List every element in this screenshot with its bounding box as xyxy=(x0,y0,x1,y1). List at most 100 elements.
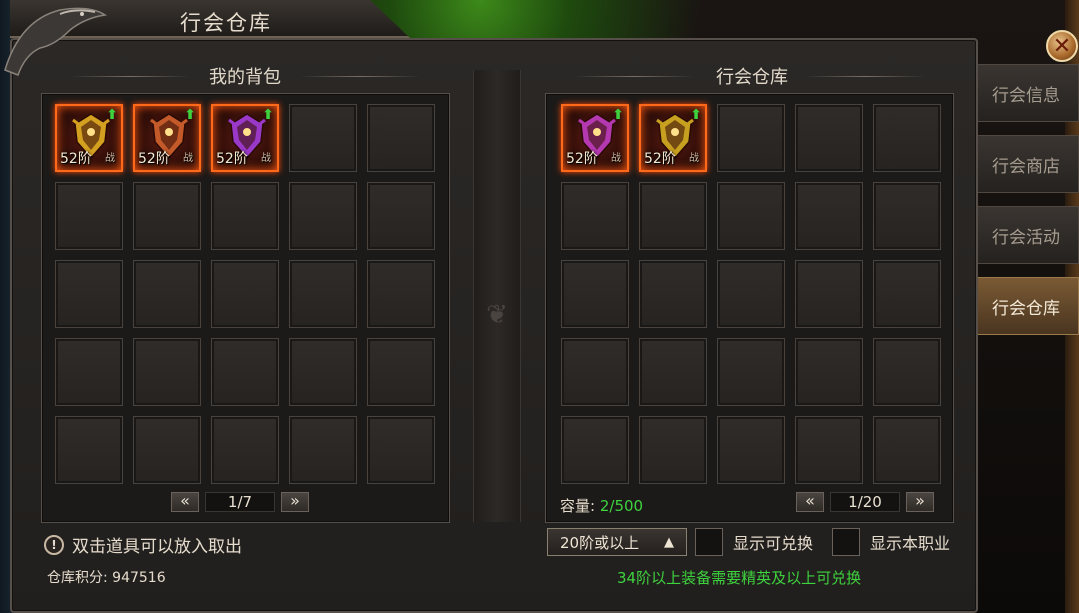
backpack-slot[interactable] xyxy=(133,338,201,406)
tab-guild-info[interactable]: 行会信息 xyxy=(978,64,1079,122)
upgrade-arrow-icon: ⬆ xyxy=(690,107,702,123)
backpack-prev-page-button[interactable]: « xyxy=(171,492,199,512)
upgrade-arrow-icon: ⬆ xyxy=(262,107,274,123)
show-own-class-checkbox[interactable] xyxy=(832,528,860,556)
exclamation-icon: ! xyxy=(44,534,64,555)
upgrade-arrow-icon: ⬆ xyxy=(612,107,624,123)
chevron-up-icon: ▲ xyxy=(664,534,674,550)
item-level: 52阶 xyxy=(644,151,676,167)
backpack-slot[interactable] xyxy=(133,182,201,250)
warehouse-item-slot[interactable]: ⬆ 52阶 战 xyxy=(561,104,629,172)
backpack-item-slot[interactable]: ⬆ 52阶 战 xyxy=(55,104,123,172)
warehouse-slot[interactable] xyxy=(873,338,941,406)
backpack-title: 我的背包 xyxy=(209,67,281,88)
exchange-requirement-notice: 34阶以上装备需要精英及以上可兑换 xyxy=(617,569,862,587)
item-level: 52阶 xyxy=(60,151,92,167)
usage-hint: ! 双击道具可以放入取出 xyxy=(44,532,242,557)
item-level: 52阶 xyxy=(566,151,598,167)
show-own-class-option[interactable]: 显示本职业 xyxy=(832,528,950,556)
backpack-slot[interactable] xyxy=(55,260,123,328)
backpack-slot[interactable] xyxy=(133,260,201,328)
warehouse-slot[interactable] xyxy=(639,260,707,328)
item-class: 战 xyxy=(183,153,193,164)
show-exchangeable-option[interactable]: 显示可兑换 xyxy=(695,528,813,556)
backpack-slot[interactable] xyxy=(367,104,435,172)
warehouse-page-number: 1/20 xyxy=(830,492,900,512)
warehouse-slot[interactable] xyxy=(795,260,863,328)
backpack-slot[interactable] xyxy=(367,338,435,406)
warehouse-slot[interactable] xyxy=(561,416,629,484)
backpack-slot[interactable] xyxy=(55,416,123,484)
tab-guild-events[interactable]: 行会活动 xyxy=(978,206,1079,264)
warehouse-slot[interactable] xyxy=(561,338,629,406)
warehouse-slot[interactable] xyxy=(873,104,941,172)
score-value: 947516 xyxy=(112,570,166,586)
upgrade-arrow-icon: ⬆ xyxy=(184,107,196,123)
warehouse-capacity: 容量: 2/500 xyxy=(560,495,643,516)
warehouse-slot[interactable] xyxy=(717,416,785,484)
warehouse-slot[interactable] xyxy=(717,338,785,406)
warehouse-slot[interactable] xyxy=(873,416,941,484)
backpack-next-page-button[interactable]: » xyxy=(281,492,309,512)
warehouse-slot[interactable] xyxy=(639,182,707,250)
backpack-grid: ⬆ 52阶 战 ⬆ 52阶 战 ⬆ 52阶 战 xyxy=(55,104,435,484)
item-class: 战 xyxy=(689,153,699,164)
warehouse-slot[interactable] xyxy=(717,104,785,172)
backpack-slot[interactable] xyxy=(367,260,435,328)
score-label: 仓库积分: xyxy=(47,570,108,586)
warehouse-slot[interactable] xyxy=(795,416,863,484)
warehouse-prev-page-button[interactable]: « xyxy=(796,492,824,512)
close-button[interactable]: ✕ xyxy=(1046,30,1078,62)
backpack-slot[interactable] xyxy=(211,338,279,406)
backpack-slot[interactable] xyxy=(289,182,357,250)
capacity-label: 容量: xyxy=(560,497,596,515)
warehouse-slot[interactable] xyxy=(795,182,863,250)
game-scene: 行会仓库 ✕ 我的背包 ⬆ 52阶 战 ⬆ 52阶 战 ⬆ 52阶 战 « 1/7 » ❦ 行会… xyxy=(0,0,1079,613)
tab-guild-shop[interactable]: 行会商店 xyxy=(978,135,1079,193)
warehouse-item-slot[interactable]: ⬆ 52阶 战 xyxy=(639,104,707,172)
warehouse-slot[interactable] xyxy=(639,416,707,484)
backpack-slot[interactable] xyxy=(289,260,357,328)
level-filter-dropdown[interactable]: 20阶或以上 ▲ xyxy=(547,528,687,556)
show-exchangeable-checkbox[interactable] xyxy=(695,528,723,556)
dragon-ornament-icon xyxy=(4,7,108,76)
hint-text: 双击道具可以放入取出 xyxy=(72,537,242,557)
backpack-slot[interactable] xyxy=(289,416,357,484)
filter-value: 20阶或以上 xyxy=(560,533,640,552)
tab-guild-warehouse[interactable]: 行会仓库 xyxy=(978,277,1079,335)
backpack-item-slot[interactable]: ⬆ 52阶 战 xyxy=(211,104,279,172)
backpack-slot[interactable] xyxy=(55,338,123,406)
item-class: 战 xyxy=(261,153,271,164)
warehouse-slot[interactable] xyxy=(717,182,785,250)
item-level: 52阶 xyxy=(138,151,170,167)
warehouse-slot[interactable] xyxy=(873,182,941,250)
window-title: 行会仓库 xyxy=(180,11,272,35)
warehouse-grid: ⬆ 52阶 战 ⬆ 52阶 战 xyxy=(561,104,941,484)
item-class: 战 xyxy=(611,153,621,164)
title-decoration-right xyxy=(300,76,420,77)
warehouse-slot[interactable] xyxy=(795,338,863,406)
backpack-slot[interactable] xyxy=(289,104,357,172)
center-divider xyxy=(473,70,521,522)
backpack-item-slot[interactable]: ⬆ 52阶 战 xyxy=(133,104,201,172)
backpack-slot[interactable] xyxy=(211,260,279,328)
backpack-slot[interactable] xyxy=(211,416,279,484)
warehouse-slot[interactable] xyxy=(717,260,785,328)
warehouse-next-page-button[interactable]: » xyxy=(906,492,934,512)
warehouse-slot[interactable] xyxy=(561,182,629,250)
backpack-slot[interactable] xyxy=(289,338,357,406)
warehouse-pager: « 1/20 » xyxy=(796,492,934,512)
warehouse-slot[interactable] xyxy=(639,338,707,406)
backpack-slot[interactable] xyxy=(211,182,279,250)
warehouse-slot[interactable] xyxy=(561,260,629,328)
show-own-class-label: 显示本职业 xyxy=(870,534,951,553)
warehouse-slot[interactable] xyxy=(873,260,941,328)
backpack-slot[interactable] xyxy=(133,416,201,484)
backpack-slot[interactable] xyxy=(367,416,435,484)
backpack-slot[interactable] xyxy=(55,182,123,250)
warehouse-slot[interactable] xyxy=(795,104,863,172)
title-decoration-left xyxy=(70,76,190,77)
backpack-slot[interactable] xyxy=(367,182,435,250)
upgrade-arrow-icon: ⬆ xyxy=(106,107,118,123)
title-decoration-right xyxy=(805,76,925,77)
